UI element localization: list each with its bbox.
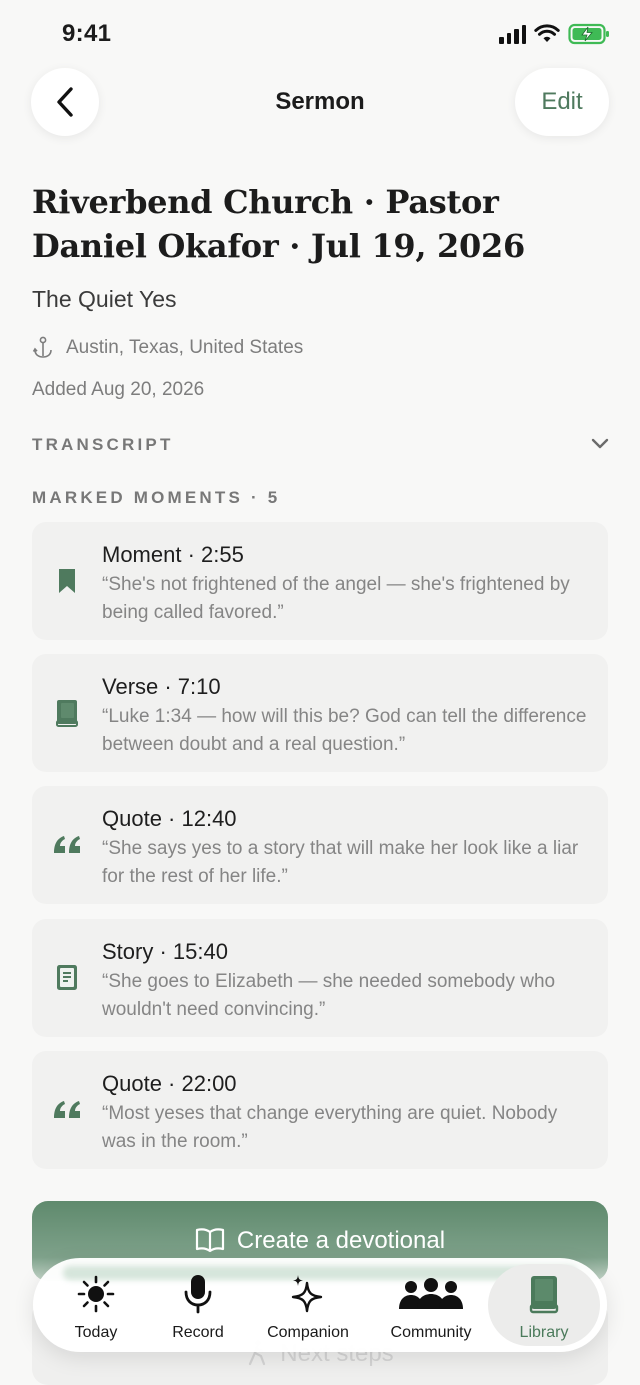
status-time: 9:41 (62, 20, 112, 47)
tab-today[interactable]: Today (41, 1272, 151, 1342)
moment-quote: “Luke 1:34 — how will this be? God can t… (102, 706, 587, 755)
status-icons (499, 23, 610, 45)
people-icon (399, 1278, 463, 1309)
tab-label: Today (74, 1324, 118, 1341)
tab-label: Record (172, 1324, 224, 1341)
tab-companion[interactable]: Companion (253, 1272, 363, 1342)
marked-moments-header: MARKED MOMENTS · 5 (32, 488, 281, 507)
moment-title: Quote · 22:00 (102, 1071, 237, 1096)
moment-card[interactable]: Quote · 12:40 “She says yes to a story t… (32, 786, 608, 904)
sermon-title: Riverbend Church · Pastor Daniel Okafor … (32, 183, 525, 265)
moment-card[interactable]: Moment · 2:55 “She's not frightened of t… (32, 522, 608, 640)
transcript-header[interactable]: TRANSCRIPT (32, 435, 174, 455)
bible-icon (52, 698, 82, 728)
quote-icon (52, 830, 82, 860)
tab-label: Companion (267, 1324, 349, 1341)
moment-title: Story · 15:40 (102, 939, 228, 964)
tab-record[interactable]: Record (143, 1272, 253, 1342)
anchor-icon (32, 336, 52, 358)
added-date: Added Aug 20, 2026 (32, 379, 205, 400)
microphone-icon (184, 1275, 212, 1314)
moment-title: Verse · 7:10 (102, 674, 221, 699)
moment-quote: “She goes to Elizabeth — she needed some… (102, 971, 556, 1020)
moment-title: Moment · 2:55 (102, 542, 244, 567)
open-book-icon (195, 1228, 225, 1253)
sermon-location: Austin, Texas, United States (32, 336, 303, 360)
moment-card[interactable]: Verse · 7:10 “Luke 1:34 — how will this … (32, 654, 608, 772)
tab-bar: Today Record Companion Community Library (33, 1258, 607, 1352)
battery-charging-icon (568, 23, 609, 45)
edit-button[interactable]: Edit (515, 68, 609, 136)
moment-quote: “She says yes to a story that will make … (102, 838, 579, 887)
moment-quote: “She's not frightened of the angel — she… (102, 574, 570, 623)
sermon-subtitle: The Quiet Yes (32, 286, 177, 312)
tab-label: Community (390, 1324, 472, 1341)
status-bar: 9:41 (0, 0, 640, 70)
book-icon (529, 1276, 559, 1314)
wifi-icon (534, 24, 560, 42)
moment-card[interactable]: Story · 15:40 “She goes to Elizabeth — s… (32, 919, 608, 1037)
sun-icon (77, 1275, 115, 1313)
tab-library[interactable]: Library (489, 1272, 599, 1342)
location-text: Austin, Texas, United States (66, 337, 304, 358)
chevron-down-icon[interactable] (590, 434, 610, 454)
tab-community[interactable]: Community (376, 1272, 486, 1342)
quote-icon (52, 1095, 82, 1125)
moment-quote: “Most yeses that change everything are q… (102, 1103, 558, 1152)
tab-label: Library (519, 1324, 569, 1341)
moment-title: Quote · 12:40 (102, 806, 237, 831)
sparkles-icon (291, 1275, 323, 1313)
story-icon (52, 963, 82, 993)
bookmark-icon (52, 566, 82, 596)
cellular-signal-icon (499, 24, 526, 44)
moment-card[interactable]: Quote · 22:00 “Most yeses that change ev… (32, 1051, 608, 1169)
